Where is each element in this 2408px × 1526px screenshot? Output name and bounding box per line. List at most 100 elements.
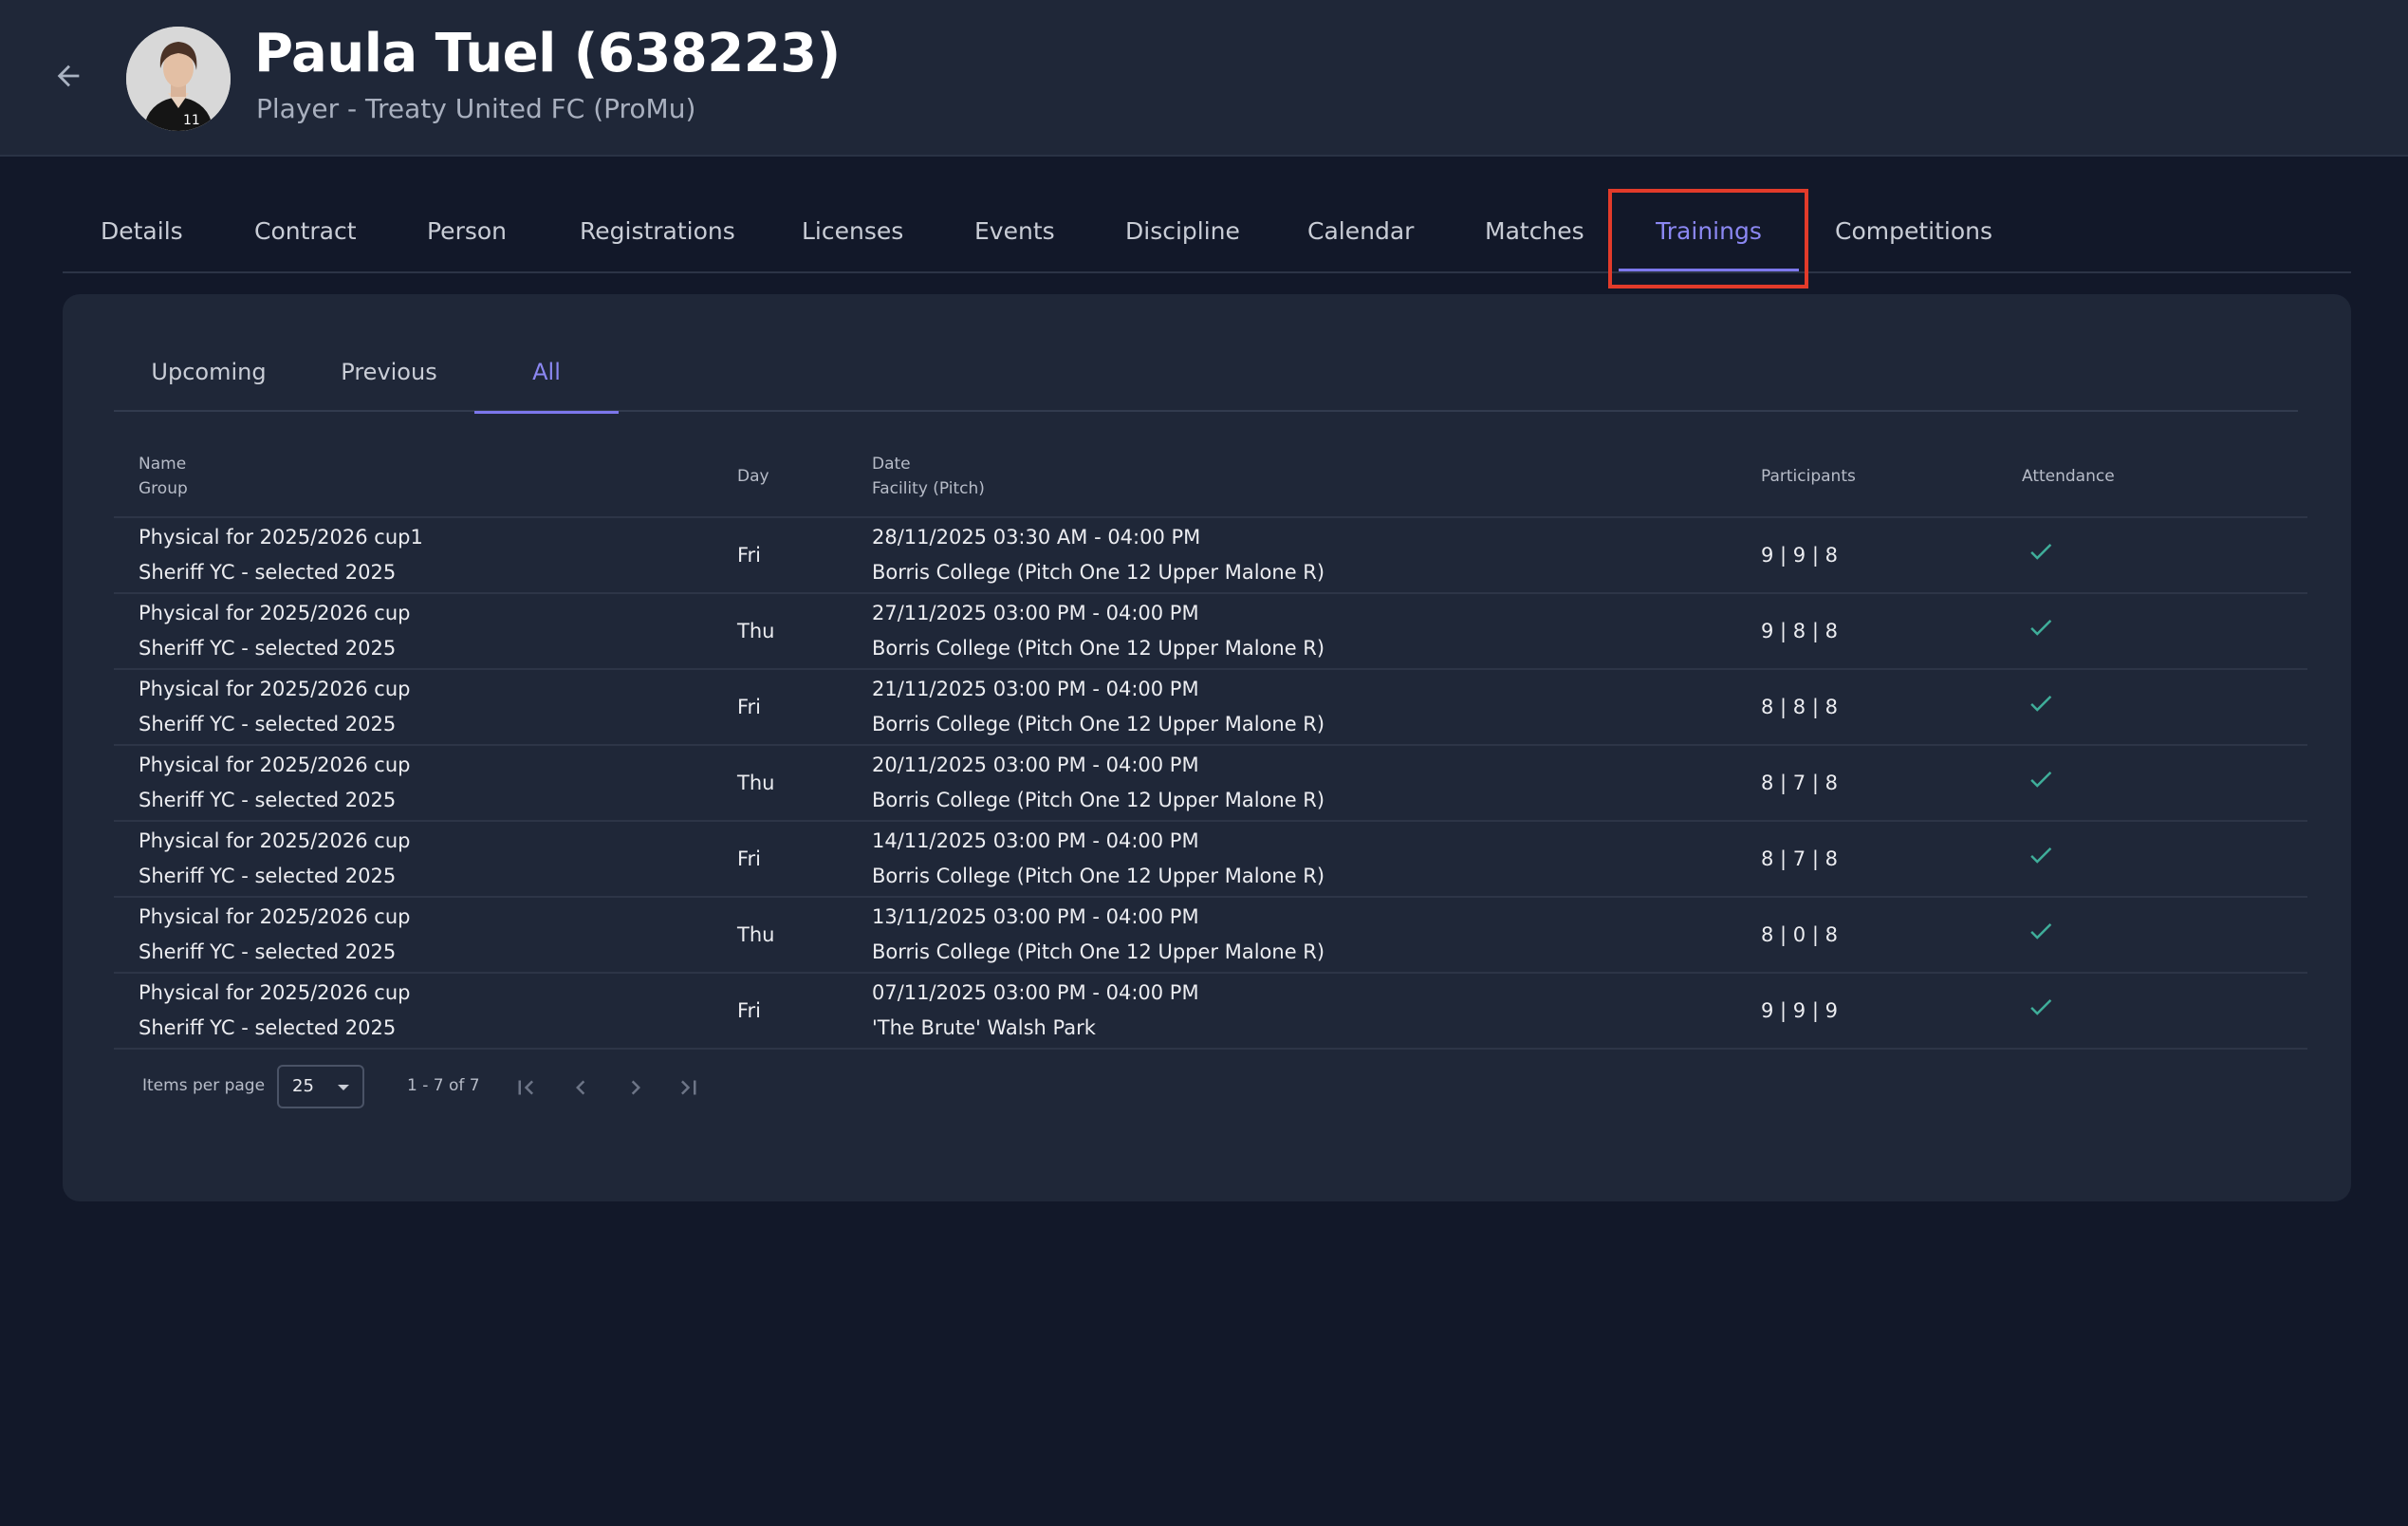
training-date: 20/11/2025 03:00 PM - 04:00 PM — [872, 754, 1199, 776]
training-facility: Borris College (Pitch One 12 Upper Malon… — [872, 789, 1325, 811]
training-group: Sheriff YC - selected 2025 — [139, 940, 397, 963]
training-participants: 8 | 8 | 8 — [1761, 696, 1838, 718]
check-icon — [2030, 696, 2052, 712]
training-day: Fri — [737, 999, 762, 1022]
page-header: 11 Paula Tuel (638223) Player - Treaty U… — [0, 0, 2408, 157]
training-name-group: Physical for 2025/2026 cup Sheriff YC - … — [139, 900, 410, 970]
training-name-group: Physical for 2025/2026 cup Sheriff YC - … — [139, 824, 410, 894]
training-group: Sheriff YC - selected 2025 — [139, 561, 397, 584]
training-day: Fri — [737, 696, 762, 718]
caret-down-icon — [338, 1085, 349, 1090]
trainings-table: Name Group Day Date Facility (Pitch) Par… — [114, 437, 2307, 1050]
items-per-page-select[interactable]: 25 — [277, 1065, 364, 1108]
first-page-button[interactable] — [509, 1070, 543, 1105]
header-participants: Participants — [1761, 467, 1856, 486]
table-header: Name Group Day Date Facility (Pitch) Par… — [114, 437, 2307, 518]
training-facility: Borris College (Pitch One 12 Upper Malon… — [872, 561, 1325, 584]
header-date: Date — [872, 455, 911, 474]
back-button[interactable] — [49, 57, 87, 95]
tab-previous[interactable]: Previous — [304, 332, 474, 412]
tab-upcoming[interactable]: Upcoming — [114, 332, 304, 412]
table-row[interactable]: Physical for 2025/2026 cup Sheriff YC - … — [114, 822, 2307, 898]
tab-competitions[interactable]: Competitions — [1835, 188, 1992, 273]
check-icon — [2030, 847, 2052, 864]
training-participants: 9 | 8 | 8 — [1761, 620, 1838, 642]
check-icon — [2030, 923, 2052, 940]
check-icon — [2030, 544, 2052, 560]
tab-matches[interactable]: Matches — [1485, 188, 1584, 273]
tab-person[interactable]: Person — [427, 188, 507, 273]
chevron-left-icon — [576, 1080, 585, 1095]
prev-page-button[interactable] — [564, 1070, 598, 1105]
training-date-facility: 27/11/2025 03:00 PM - 04:00 PM Borris Co… — [872, 596, 1324, 666]
header-attendance: Attendance — [2022, 467, 2115, 486]
tab-trainings[interactable]: Trainings — [1619, 188, 1799, 273]
table-body: Physical for 2025/2026 cup1 Sheriff YC -… — [114, 518, 2307, 1050]
table-row[interactable]: Physical for 2025/2026 cup Sheriff YC - … — [114, 746, 2307, 822]
training-group: Sheriff YC - selected 2025 — [139, 637, 397, 660]
check-icon — [2030, 772, 2052, 788]
arrow-left-icon — [57, 65, 80, 87]
paginator: Items per page 25 1 - 7 of 7 — [142, 1065, 806, 1110]
last-page-button[interactable] — [672, 1070, 706, 1105]
training-name-group: Physical for 2025/2026 cup1 Sheriff YC -… — [139, 520, 423, 590]
header-name: Name — [139, 455, 187, 474]
trainings-card: Upcoming Previous All Name Group Day Dat… — [63, 294, 2351, 1201]
training-day: Thu — [737, 620, 775, 642]
header-name-group: Name Group — [139, 452, 188, 501]
training-name-group: Physical for 2025/2026 cup Sheriff YC - … — [139, 976, 410, 1046]
page-title: Paula Tuel (638223) — [254, 23, 841, 84]
training-day: Thu — [737, 923, 775, 946]
page-subtitle: Player - Treaty United FC (ProMu) — [256, 93, 696, 124]
training-date: 13/11/2025 03:00 PM - 04:00 PM — [872, 905, 1199, 928]
header-group: Group — [139, 479, 188, 498]
avatar: 11 — [126, 27, 231, 131]
check-icon — [2030, 999, 2052, 1015]
tab-calendar[interactable]: Calendar — [1307, 188, 1414, 273]
table-row[interactable]: Physical for 2025/2026 cup1 Sheriff YC -… — [114, 518, 2307, 594]
chevron-right-icon — [631, 1080, 640, 1095]
training-date-facility: 13/11/2025 03:00 PM - 04:00 PM Borris Co… — [872, 900, 1324, 970]
table-row[interactable]: Physical for 2025/2026 cup Sheriff YC - … — [114, 594, 2307, 670]
training-name: Physical for 2025/2026 cup — [139, 829, 411, 852]
check-icon — [2030, 620, 2052, 636]
training-group: Sheriff YC - selected 2025 — [139, 865, 397, 887]
training-group: Sheriff YC - selected 2025 — [139, 789, 397, 811]
tab-discipline[interactable]: Discipline — [1125, 188, 1240, 273]
training-facility: 'The Brute' Walsh Park — [872, 1016, 1096, 1039]
training-participants: 8 | 7 | 8 — [1761, 847, 1838, 870]
table-row[interactable]: Physical for 2025/2026 cup Sheriff YC - … — [114, 670, 2307, 746]
training-name: Physical for 2025/2026 cup — [139, 678, 411, 700]
training-participants: 9 | 9 | 8 — [1761, 544, 1838, 567]
training-name: Physical for 2025/2026 cup — [139, 905, 411, 928]
training-date: 07/11/2025 03:00 PM - 04:00 PM — [872, 981, 1199, 1004]
training-name: Physical for 2025/2026 cup1 — [139, 526, 423, 549]
tab-registrations[interactable]: Registrations — [580, 188, 735, 273]
training-date: 14/11/2025 03:00 PM - 04:00 PM — [872, 829, 1199, 852]
training-date: 27/11/2025 03:00 PM - 04:00 PM — [872, 602, 1199, 624]
training-date-facility: 20/11/2025 03:00 PM - 04:00 PM Borris Co… — [872, 748, 1324, 818]
tab-events[interactable]: Events — [974, 188, 1055, 273]
page-range: 1 - 7 of 7 — [407, 1076, 480, 1095]
training-participants: 8 | 7 | 8 — [1761, 772, 1838, 794]
training-participants: 8 | 0 | 8 — [1761, 923, 1838, 946]
main-tab-bar: Details Contract Person Registrations Li… — [63, 188, 2351, 273]
training-name: Physical for 2025/2026 cup — [139, 754, 411, 776]
training-facility: Borris College (Pitch One 12 Upper Malon… — [872, 865, 1325, 887]
table-row[interactable]: Physical for 2025/2026 cup Sheriff YC - … — [114, 898, 2307, 974]
training-date-facility: 14/11/2025 03:00 PM - 04:00 PM Borris Co… — [872, 824, 1324, 894]
training-facility: Borris College (Pitch One 12 Upper Malon… — [872, 940, 1325, 963]
sub-tab-bar: Upcoming Previous All — [114, 332, 2298, 414]
header-date-facility: Date Facility (Pitch) — [872, 452, 985, 501]
tab-details[interactable]: Details — [101, 188, 183, 273]
tab-all[interactable]: All — [474, 332, 619, 414]
table-row[interactable]: Physical for 2025/2026 cup Sheriff YC - … — [114, 974, 2307, 1050]
training-facility: Borris College (Pitch One 12 Upper Malon… — [872, 713, 1325, 735]
training-name: Physical for 2025/2026 cup — [139, 981, 411, 1004]
training-date-facility: 21/11/2025 03:00 PM - 04:00 PM Borris Co… — [872, 672, 1324, 742]
tab-licenses[interactable]: Licenses — [802, 188, 903, 273]
next-page-button[interactable] — [619, 1070, 653, 1105]
training-date-facility: 28/11/2025 03:30 AM - 04:00 PM Borris Co… — [872, 520, 1324, 590]
tab-contract[interactable]: Contract — [254, 188, 357, 273]
training-day: Fri — [737, 544, 762, 567]
